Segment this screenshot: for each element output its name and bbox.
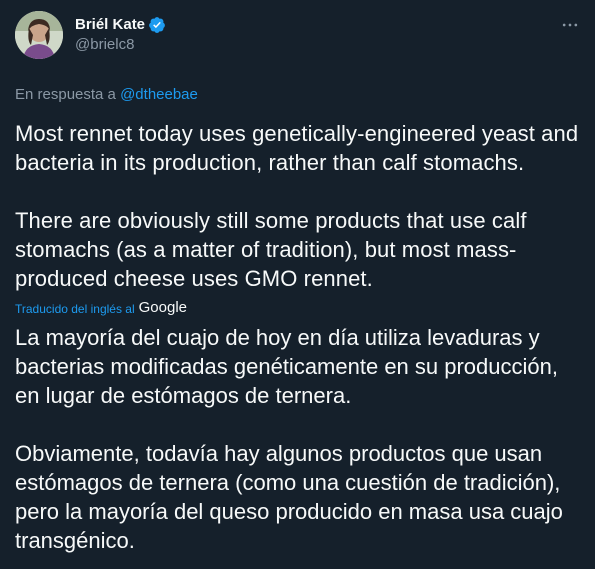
handle[interactable]: @brielc8	[75, 35, 166, 55]
author-names: Briél Kate @brielc8	[75, 15, 166, 55]
reply-context: En respuesta a @dtheebae	[15, 85, 580, 105]
tweet-header: Briél Kate @brielc8	[15, 10, 580, 60]
translated-by-label[interactable]: Traducido del inglés al	[15, 301, 135, 317]
verified-badge-icon	[148, 16, 166, 34]
translated-text: La mayoría del cuajo de hoy en día utili…	[15, 325, 563, 553]
translated-by[interactable]: Traducido del inglés al Google	[15, 297, 580, 317]
tweet-text: Most rennet today uses genetically-engin…	[15, 121, 579, 291]
display-name[interactable]: Briél Kate	[75, 15, 145, 35]
tweet: Briél Kate @brielc8 En respuesta a @dthe…	[0, 0, 595, 569]
reply-prefix: En respuesta a	[15, 86, 121, 103]
display-name-row: Briél Kate	[75, 15, 166, 35]
reply-to-link[interactable]: @dtheebae	[120, 86, 198, 103]
avatar[interactable]	[15, 11, 63, 59]
more-options-icon[interactable]	[559, 14, 581, 36]
google-logo: Google	[138, 299, 187, 316]
